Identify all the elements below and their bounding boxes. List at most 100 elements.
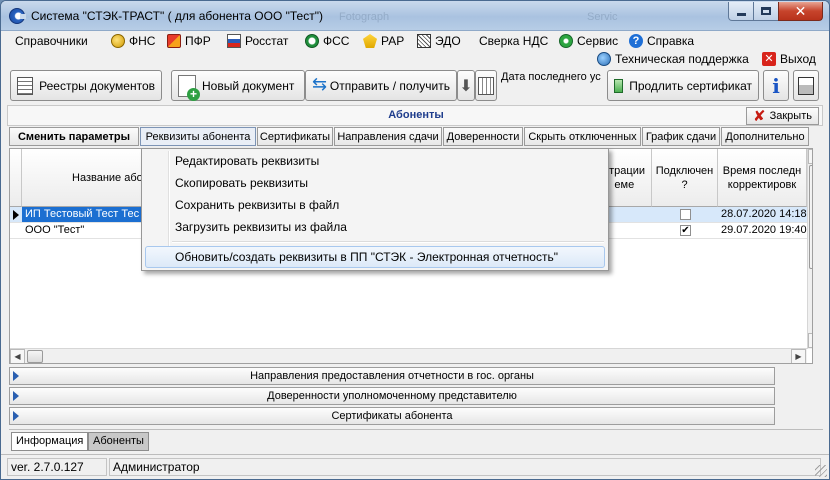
row-connected-checkbox[interactable] (680, 209, 691, 220)
row-connected-checkbox[interactable]: ✔ (680, 225, 691, 236)
menu-pfr[interactable]: ПФР (167, 34, 211, 48)
menu-references[interactable]: Справочники (15, 34, 88, 48)
vertical-scroll-thumb[interactable] (809, 165, 812, 269)
row-name: ООО "Тест" (25, 224, 85, 236)
gear-icon (559, 34, 573, 48)
grid-header-connected[interactable]: Подключен ? (652, 149, 718, 207)
menu-fns-label: ФНС (129, 34, 156, 48)
menu-service-label: Сервис (577, 34, 619, 48)
tab-subscribers[interactable]: Абоненты (88, 432, 149, 451)
close-icon: ✕ (794, 3, 807, 19)
menu-item-edit-details[interactable]: Редактировать реквизиты (145, 150, 605, 172)
resize-grip-icon[interactable] (815, 465, 827, 477)
menu-exit[interactable]: ✕ Выход (762, 52, 816, 66)
menu-pfr-label: ПФР (185, 34, 211, 48)
tab-subscriber-details[interactable]: Реквизиты абонента (140, 127, 256, 146)
save-button[interactable] (793, 70, 819, 101)
menu-item-load-details[interactable]: Загрузить реквизиты из файла (145, 216, 605, 238)
send-receive-icon (312, 74, 327, 95)
certificate-icon (614, 78, 624, 93)
calculator-icon (478, 76, 494, 95)
close-panel-label: Закрыть (769, 110, 812, 122)
scroll-left-icon[interactable]: ◀ (10, 349, 25, 363)
info-icon: i (772, 73, 780, 98)
tab-submission-directions[interactable]: Направления сдачи (334, 127, 442, 146)
section-certificates[interactable]: Сертификаты абонента (9, 407, 775, 425)
close-panel-button[interactable]: ✘ Закрыть (746, 107, 819, 125)
document-list-icon (17, 76, 34, 95)
row-pointer-icon (12, 210, 20, 220)
app-logo-icon (9, 8, 26, 24)
close-icon: ✘ (753, 107, 766, 125)
title-watermark-left: Fotograph (339, 11, 390, 23)
menu-help[interactable]: ? Справка (629, 34, 694, 48)
exit-icon: ✕ (762, 52, 776, 66)
menu-rosstat-label: Росстат (245, 34, 289, 48)
version-label: ver. 2.7.0.127 (7, 458, 107, 476)
menu-exit-label: Выход (780, 52, 816, 66)
menu-item-copy-details[interactable]: Скопировать реквизиты (145, 172, 605, 194)
scroll-right-icon[interactable]: ▶ (791, 349, 806, 363)
menu-edo[interactable]: ЭДО (417, 34, 461, 48)
maximize-button[interactable] (753, 2, 779, 21)
calculator-button[interactable] (475, 70, 497, 101)
horizontal-scrollbar[interactable]: ◀ ▶ (10, 348, 807, 363)
pfr-logo-icon (167, 34, 181, 48)
row-modified: 29.07.2020 19:40 (721, 224, 807, 236)
menu-fss-label: ФСС (323, 34, 350, 48)
status-bar: ver. 2.7.0.127 Администратор (1, 454, 829, 479)
registers-button[interactable]: Реестры документов (10, 70, 162, 101)
menu-item-save-details[interactable]: Сохранить реквизиты в файл (145, 194, 605, 216)
menu-help-label: Справка (647, 34, 695, 48)
bottom-tabs: Информация Абоненты (9, 429, 823, 451)
new-document-button[interactable]: Новый документ (171, 70, 305, 101)
menu-item-update-in-stek[interactable]: Обновить/создать реквизиты в ПП "СТЭК - … (145, 246, 605, 268)
menu-fns[interactable]: ФНС (111, 34, 155, 48)
tab-schedule[interactable]: График сдачи (642, 127, 720, 146)
row-modified: 28.07.2020 14:18 (721, 208, 807, 220)
tab-powers-of-attorney[interactable]: Доверенности (443, 127, 523, 146)
minimize-button[interactable] (728, 2, 754, 21)
menu-service[interactable]: Сервис (559, 34, 618, 48)
horizontal-scroll-thumb[interactable] (27, 350, 43, 363)
menu-rosstat[interactable]: Росстат (227, 34, 288, 48)
panel-header: Абоненты ✘ Закрыть (7, 105, 823, 126)
minimize-icon (736, 12, 746, 16)
info-button[interactable]: i (763, 70, 789, 101)
tab-hide-disabled[interactable]: Скрыть отключенных (524, 127, 641, 146)
close-window-button[interactable]: ✕ (778, 2, 823, 21)
grid-header-modified[interactable]: Время последн корректировк (718, 149, 807, 207)
send-options-button[interactable]: ⬇ (457, 70, 475, 101)
scroll-up-icon[interactable]: ▲ (808, 149, 812, 164)
menu-support[interactable]: Техническая поддержка (597, 52, 749, 66)
new-document-icon (178, 74, 200, 101)
tab-change-params[interactable]: Сменить параметры (9, 127, 139, 146)
section-powers-of-attorney[interactable]: Доверенности уполномоченному представите… (9, 387, 775, 405)
tab-information[interactable]: Информация (11, 432, 89, 451)
title-bar[interactable]: Система "СТЭК-ТРАСТ" ( для абонента ООО … (1, 1, 829, 31)
extend-certificate-button[interactable]: Продлить сертификат (607, 70, 759, 101)
section-powers-of-attorney-label: Доверенности уполномоченному представите… (267, 390, 517, 402)
menu-vat-label: Сверка НДС (479, 34, 549, 48)
fns-emblem-icon (111, 34, 125, 48)
current-user-label: Администратор (109, 458, 821, 476)
scroll-down-icon[interactable]: ▼ (808, 333, 812, 348)
toolbar: Реестры документов Новый документ Отправ… (7, 70, 823, 103)
expand-arrow-icon (13, 411, 19, 421)
subtabs: Сменить параметры Реквизиты абонента Сер… (9, 127, 823, 147)
globe-support-icon (597, 52, 611, 66)
menu-rar[interactable]: РАР (363, 34, 404, 48)
menu-vat-reconciliation[interactable]: Сверка НДС (479, 34, 548, 48)
section-certificates-label: Сертификаты абонента (331, 410, 453, 422)
rar-emblem-icon (363, 34, 377, 48)
send-receive-button[interactable]: Отправить / получить (305, 70, 457, 101)
vertical-scrollbar[interactable]: ▲ ▼ (807, 149, 812, 349)
menu-fss[interactable]: ФСС (305, 34, 349, 48)
tab-certificates[interactable]: Сертификаты (257, 127, 333, 146)
section-reporting-directions-label: Направления предоставления отчетности в … (250, 370, 534, 382)
section-reporting-directions[interactable]: Направления предоставления отчетности в … (9, 367, 775, 385)
menu-separator (172, 241, 604, 243)
save-icon (798, 76, 814, 95)
tab-additional[interactable]: Дополнительно (721, 127, 809, 146)
fss-logo-icon (305, 34, 319, 48)
